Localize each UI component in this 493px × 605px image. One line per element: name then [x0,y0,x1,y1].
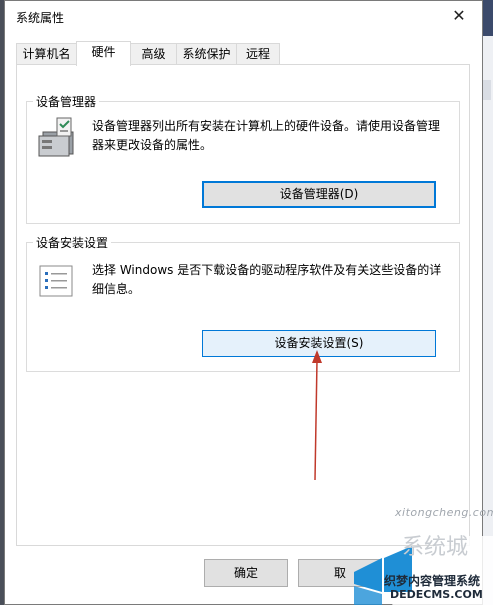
watermark-domain: DEDECMS.COM [390,588,483,601]
tab-hardware[interactable]: 硬件 [76,41,131,66]
watermark-site-name: 织梦内容管理系统 [384,574,481,588]
watermark-url: xitongcheng.com [395,506,493,519]
